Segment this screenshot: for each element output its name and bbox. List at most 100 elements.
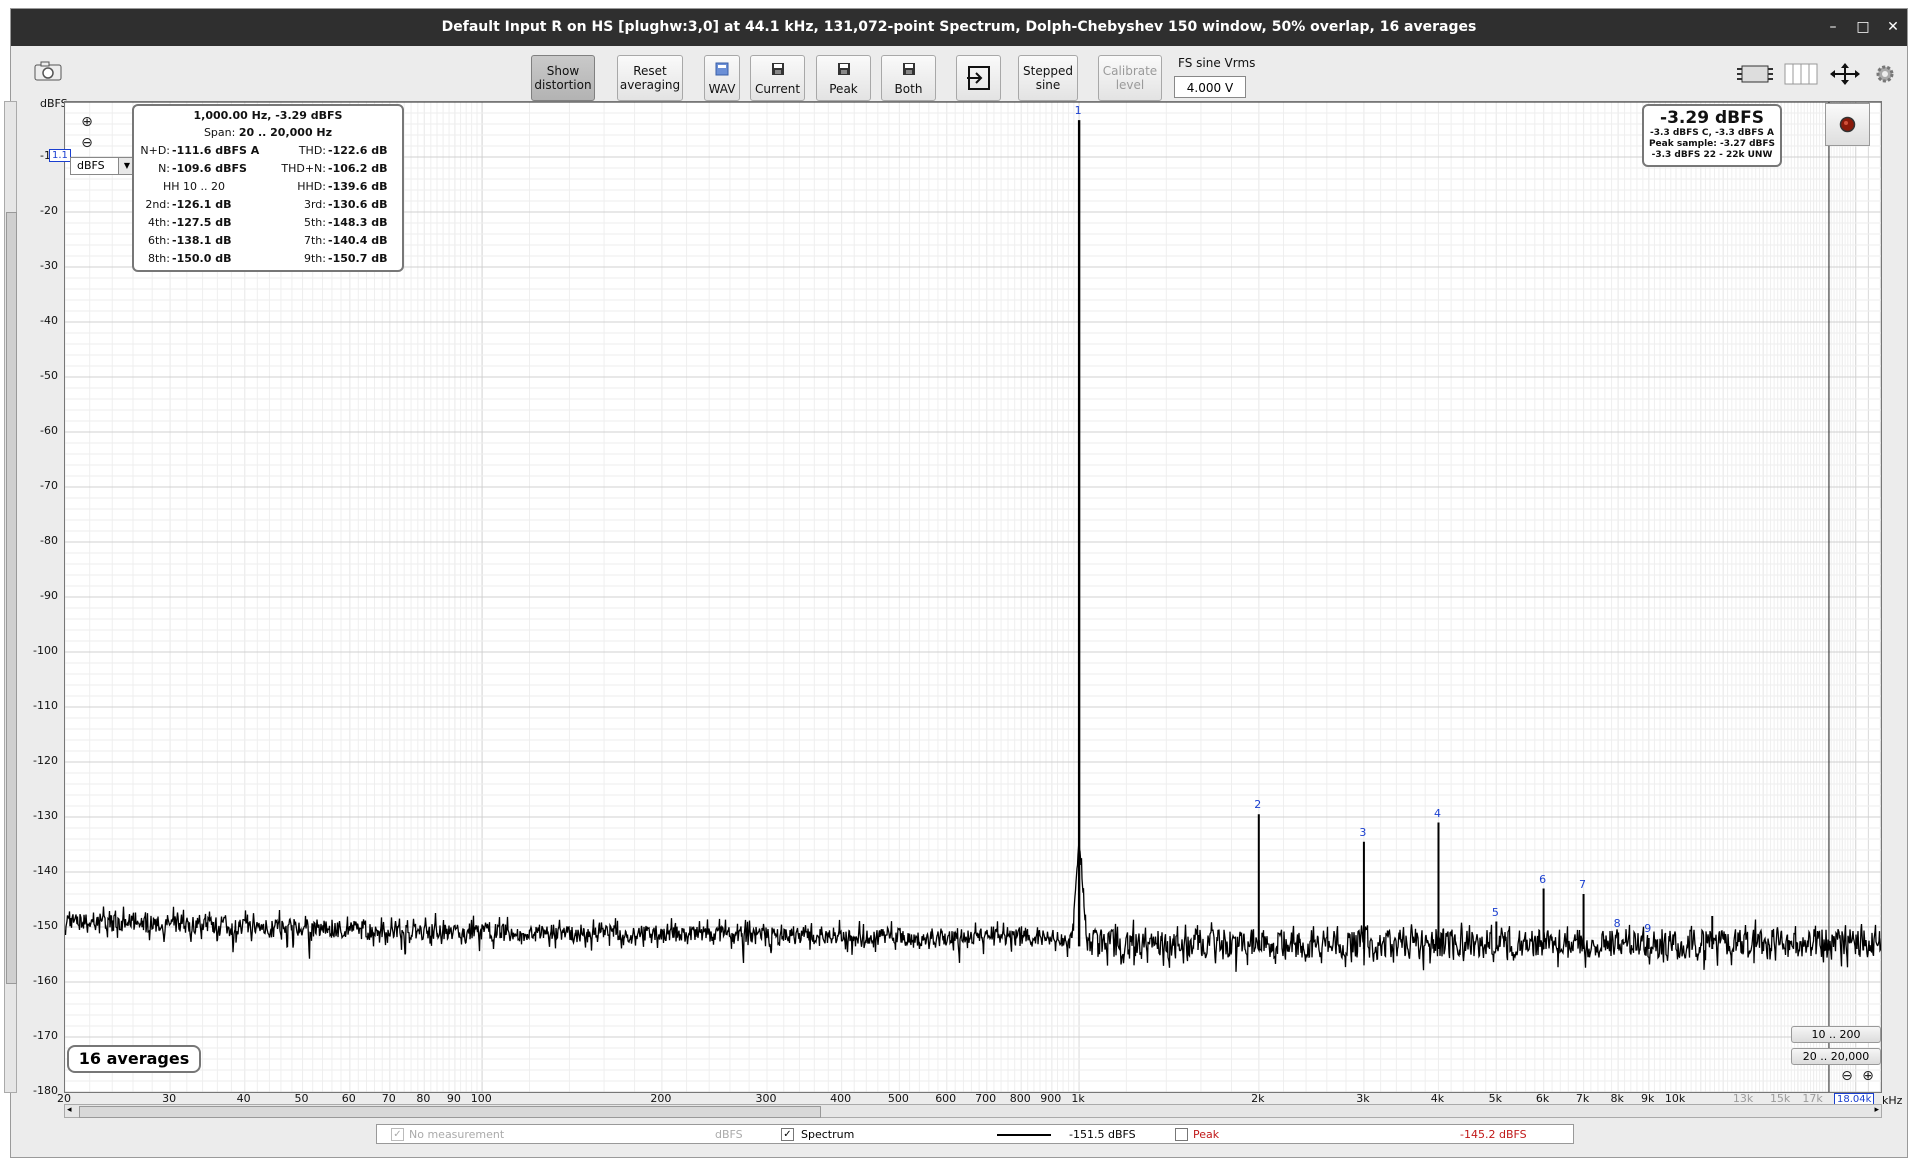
harmonic-label: 4 xyxy=(1433,806,1441,820)
current-label: Current xyxy=(754,82,801,96)
y-tick-label: -110 xyxy=(33,699,58,712)
calibrate-level-label: Calibrate level xyxy=(1102,64,1158,92)
zoom-in-icon[interactable]: ⊕ xyxy=(80,115,94,129)
fs-sine-vrms-input[interactable]: 4.000 V xyxy=(1174,76,1246,98)
info-row-value: -106.2 dB xyxy=(328,162,388,175)
fs-sine-vrms-label: FS sine Vrms xyxy=(1178,56,1256,70)
span-value: 20 .. 20,000 Hz xyxy=(238,126,333,139)
y-tick-label: -170 xyxy=(33,1029,58,1042)
info-row-value: -122.6 dB xyxy=(328,144,388,157)
y-tick-label: -140 xyxy=(33,864,58,877)
horizontal-scrollbar[interactable]: ◂ ▸ xyxy=(64,1104,1882,1118)
info-row: N+D: -111.6 dBFS A THD: -122.6 dB xyxy=(134,144,402,159)
y-tick-label: -60 xyxy=(40,424,58,437)
camera-icon[interactable] xyxy=(33,61,63,85)
y-tick-label: -100 xyxy=(33,644,58,657)
peak-label: Peak xyxy=(829,82,858,96)
maximize-button[interactable]: □ xyxy=(1851,15,1875,39)
y-tick-label: -160 xyxy=(33,974,58,987)
show-distortion-button[interactable]: Show distortion xyxy=(531,55,595,101)
info-row-value: -109.6 dBFS xyxy=(172,162,247,175)
reset-averaging-button[interactable]: Reset averaging xyxy=(617,55,683,101)
zoom-out-icon[interactable]: ⊖ xyxy=(1840,1069,1854,1083)
unit-select[interactable]: dBFS ▼ xyxy=(70,157,136,175)
legend-bar: ✓ No measurement dBFS ✓ Spectrum -151.5 … xyxy=(376,1124,1574,1144)
distortion-info-box: 1,000.00 Hz, -3.29 dBFS Span: 20 .. 20,0… xyxy=(132,104,404,272)
y-tick-label: -180 xyxy=(33,1084,58,1097)
record-button[interactable] xyxy=(1825,103,1870,146)
scroll-right-icon[interactable]: ▸ xyxy=(1874,1105,1879,1115)
info-row-label: 7th: xyxy=(304,234,326,247)
title-bar: Default Input R on HS [plughw:3,0] at 44… xyxy=(11,9,1907,46)
info-row-label: N: xyxy=(158,162,170,175)
save-peak-button[interactable]: Peak xyxy=(816,55,871,101)
unit-select-value: dBFS xyxy=(77,159,105,172)
expand-arrows-icon[interactable] xyxy=(1828,62,1862,90)
no-measurement-checkbox[interactable]: ✓ xyxy=(391,1128,404,1141)
columns-icon[interactable] xyxy=(1784,62,1818,90)
harmonic-label: 7 xyxy=(1579,878,1587,891)
info-row-label: 9th: xyxy=(304,252,326,265)
vertical-scroll-thumb[interactable] xyxy=(6,212,17,984)
layout-icon[interactable] xyxy=(1736,62,1774,90)
peak-label: Peak xyxy=(1193,1128,1220,1141)
harmonic-label: 2 xyxy=(1254,798,1262,812)
harmonic-label: 9 xyxy=(1644,922,1652,935)
scroll-left-icon[interactable]: ◂ xyxy=(67,1105,72,1115)
spectrum-checkbox[interactable]: ✓ xyxy=(781,1128,794,1141)
reset-averaging-label: Reset averaging xyxy=(619,64,681,92)
peak-checkbox[interactable] xyxy=(1175,1128,1188,1141)
spectrum-label: Spectrum xyxy=(801,1128,855,1141)
record-icon xyxy=(1839,116,1856,133)
close-button[interactable]: ✕ xyxy=(1881,15,1905,39)
info-row-value: -150.7 dB xyxy=(328,252,388,265)
y-tick-label: -120 xyxy=(33,754,58,767)
horizontal-scroll-thumb[interactable] xyxy=(79,1106,821,1118)
y-cursor-readout: 1.1 xyxy=(49,149,71,162)
range-20-20000-button[interactable]: 20 .. 20,000 xyxy=(1791,1048,1881,1065)
save-current-button[interactable]: Current xyxy=(750,55,805,101)
info-row-label: 6th: xyxy=(148,234,170,247)
zoom-out-icon[interactable]: ⊖ xyxy=(80,136,94,150)
import-button[interactable] xyxy=(956,55,1001,101)
info-row: 8th: -150.0 dB 9th: -150.7 dB xyxy=(134,252,402,267)
wav-button[interactable]: WAV xyxy=(704,55,740,101)
info-row-label: HH 10 .. 20 xyxy=(162,180,226,193)
vertical-scrollbar[interactable] xyxy=(4,101,17,1093)
y-tick-label: -20 xyxy=(40,204,58,217)
info-row-value: -126.1 dB xyxy=(172,198,232,211)
info-row-value: -138.1 dB xyxy=(172,234,232,247)
info-row-label: HHD: xyxy=(297,180,326,193)
info-row: 2nd: -126.1 dB 3rd: -130.6 dB xyxy=(134,198,402,213)
wav-label: WAV xyxy=(708,82,736,96)
y-tick-label: -90 xyxy=(40,589,58,602)
info-row: N: -109.6 dBFS THD+N: -106.2 dB xyxy=(134,162,402,177)
calibrate-level-button[interactable]: Calibrate level xyxy=(1098,55,1162,101)
info-row-label: 8th: xyxy=(148,252,170,265)
range-10-200-button[interactable]: 10 .. 200 xyxy=(1791,1026,1881,1043)
level-readout-box: -3.29 dBFS -3.3 dBFS C, -3.3 dBFS A Peak… xyxy=(1642,104,1782,167)
both-label: Both xyxy=(894,82,923,96)
level-main: -3.29 dBFS xyxy=(1660,108,1764,128)
import-icon xyxy=(966,65,992,94)
spectrum-trace xyxy=(65,840,1881,972)
y-tick-label: -50 xyxy=(40,369,58,382)
info-row-value: -140.4 dB xyxy=(328,234,388,247)
harmonic-label: 3 xyxy=(1359,825,1367,839)
averages-badge: 16 averages xyxy=(67,1045,201,1073)
minimize-button[interactable]: – xyxy=(1821,15,1845,39)
peak-value: -145.2 dBFS xyxy=(1460,1128,1527,1141)
save-icon xyxy=(902,62,916,79)
info-row-value: -139.6 dB xyxy=(328,180,388,193)
level-line-1: -3.3 dBFS C, -3.3 dBFS A xyxy=(1650,128,1774,138)
info-row: 4th: -127.5 dB 5th: -148.3 dB xyxy=(134,216,402,231)
info-row-value: -127.5 dB xyxy=(172,216,232,229)
info-row-value: -130.6 dB xyxy=(328,198,388,211)
stepped-sine-button[interactable]: Stepped sine xyxy=(1018,55,1078,101)
save-both-button[interactable]: Both xyxy=(881,55,936,101)
save-icon xyxy=(837,62,851,79)
zoom-in-icon[interactable]: ⊕ xyxy=(1861,1069,1875,1083)
gear-icon[interactable] xyxy=(1873,62,1897,90)
save-icon xyxy=(771,62,785,79)
spectrum-value: -151.5 dBFS xyxy=(1069,1128,1136,1141)
